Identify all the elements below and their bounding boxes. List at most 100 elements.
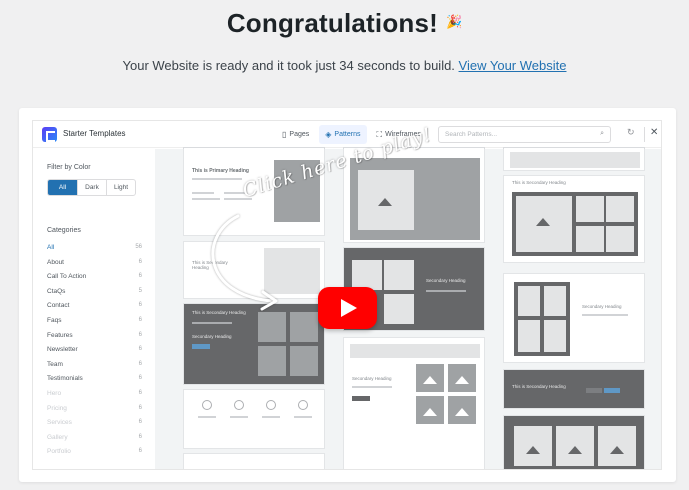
category-label: Team xyxy=(47,360,63,368)
text-line xyxy=(198,416,216,418)
category-item[interactable]: Call To Action 6 xyxy=(47,273,142,288)
pattern-tile[interactable]: Secondary Heading xyxy=(503,273,645,363)
category-count: 6 xyxy=(138,389,142,396)
category-item[interactable]: Hero 6 xyxy=(47,390,142,405)
tile-heading: This is Primary Heading xyxy=(192,168,249,174)
category-item[interactable]: Contact 6 xyxy=(47,302,142,317)
tile-heading: Secondary Heading xyxy=(582,304,622,309)
category-count: 6 xyxy=(138,433,142,440)
category-item[interactable]: Team 6 xyxy=(47,361,142,376)
image-placeholder xyxy=(606,226,634,252)
image-placeholder xyxy=(544,286,566,316)
category-label: Contact xyxy=(47,302,70,310)
category-count: 6 xyxy=(138,419,142,426)
category-item[interactable]: Pricing 6 xyxy=(47,405,142,420)
filter-light[interactable]: Light xyxy=(106,180,135,195)
pattern-tile[interactable] xyxy=(183,453,325,469)
starter-templates-logo-icon xyxy=(42,127,57,142)
mountain-icon xyxy=(455,376,469,384)
category-item[interactable]: Services 6 xyxy=(47,419,142,434)
text-line xyxy=(192,192,214,194)
sidebar: Filter by Color All Dark Light Categorie… xyxy=(33,149,155,469)
tab-patterns[interactable]: ◈ Patterns xyxy=(319,125,367,144)
text-line xyxy=(294,416,312,418)
mountain-icon xyxy=(568,446,582,454)
page-icon: ▯ xyxy=(282,130,287,139)
tab-label: Patterns xyxy=(334,131,361,138)
text-line xyxy=(192,198,220,200)
image-placeholder xyxy=(576,226,604,252)
team-avatar-icon xyxy=(234,400,244,410)
video-thumbnail[interactable]: Starter Templates ▯ Pages ◈ Patterns ⛶ Wire… xyxy=(32,120,662,470)
tab-label: Pages xyxy=(289,131,310,138)
sync-icon[interactable]: ↻ xyxy=(627,127,635,138)
pattern-tile[interactable]: This is Secondary Heading xyxy=(503,175,645,263)
category-label: Pricing xyxy=(47,404,67,412)
category-label: All xyxy=(47,244,55,251)
youtube-play-icon[interactable] xyxy=(318,287,377,329)
category-item[interactable]: Gallery 6 xyxy=(47,434,142,449)
pattern-tile[interactable] xyxy=(503,147,645,171)
category-count: 6 xyxy=(138,316,142,323)
filter-all[interactable]: All xyxy=(48,180,77,195)
view-website-link[interactable]: View Your Website xyxy=(459,58,567,73)
category-count: 6 xyxy=(138,448,142,455)
category-item[interactable]: Portfolio 6 xyxy=(47,448,142,463)
tile-heading: Secondary Heading xyxy=(352,376,392,381)
image-placeholder xyxy=(352,260,382,290)
image-placeholder xyxy=(258,312,286,342)
subtitle-text: Your Website is ready and it took just 3… xyxy=(122,58,455,73)
pattern-tile[interactable] xyxy=(183,389,325,449)
text-line xyxy=(352,386,392,388)
category-item[interactable]: All 56 xyxy=(47,244,142,259)
search-icon: ⌕ xyxy=(600,130,604,137)
category-count: 6 xyxy=(138,258,142,265)
tile-subheading: Secondary Heading xyxy=(192,334,232,339)
team-avatar-icon xyxy=(202,400,212,410)
image-placeholder xyxy=(384,294,414,324)
mountain-icon xyxy=(378,198,392,206)
category-label: Portfolio xyxy=(47,448,71,456)
category-label: Faqs xyxy=(47,316,62,324)
image-placeholder xyxy=(258,346,286,376)
mountain-icon xyxy=(526,446,540,454)
search-placeholder: Search Patterns... xyxy=(445,131,498,138)
category-item[interactable]: Features 6 xyxy=(47,332,142,347)
tile-button xyxy=(192,344,210,349)
image-placeholder xyxy=(418,170,444,198)
color-filter: All Dark Light xyxy=(47,179,136,196)
image-placeholder xyxy=(350,344,480,358)
filter-dark[interactable]: Dark xyxy=(77,180,106,195)
close-icon[interactable]: ✕ xyxy=(650,127,658,138)
pattern-tile[interactable]: This is Secondary Heading xyxy=(503,369,645,409)
category-label: Testimonials xyxy=(47,375,83,383)
page-title: Congratulations! xyxy=(226,8,438,38)
text-line xyxy=(582,314,628,316)
category-item[interactable]: About 6 xyxy=(47,259,142,274)
mountain-icon xyxy=(423,376,437,384)
category-label: Hero xyxy=(47,389,62,397)
brand-name: Starter Templates xyxy=(63,129,126,138)
category-label: About xyxy=(47,258,64,266)
image-placeholder xyxy=(384,260,414,290)
team-avatar-icon xyxy=(298,400,308,410)
filter-title: Filter by Color xyxy=(47,164,91,171)
pattern-tile[interactable]: Secondary Heading xyxy=(343,337,485,469)
tab-pages[interactable]: ▯ Pages xyxy=(276,125,315,144)
mountain-icon xyxy=(423,408,437,416)
search-input[interactable]: Search Patterns... ⌕ xyxy=(438,126,611,143)
category-item[interactable]: Testimonials 6 xyxy=(47,375,142,390)
mountain-icon xyxy=(610,446,624,454)
tile-heading: Secondary Heading xyxy=(426,278,466,283)
image-placeholder xyxy=(290,346,318,376)
category-item[interactable]: Newsletter 6 xyxy=(47,346,142,361)
category-item[interactable]: Faqs 6 xyxy=(47,317,142,332)
text-line xyxy=(262,416,280,418)
mountain-icon xyxy=(455,408,469,416)
image-placeholder xyxy=(544,320,566,352)
team-avatar-icon xyxy=(266,400,276,410)
text-line xyxy=(426,290,466,292)
divider xyxy=(644,127,645,142)
category-item[interactable]: CtaQs 5 xyxy=(47,288,142,303)
pattern-tile[interactable] xyxy=(503,415,645,469)
